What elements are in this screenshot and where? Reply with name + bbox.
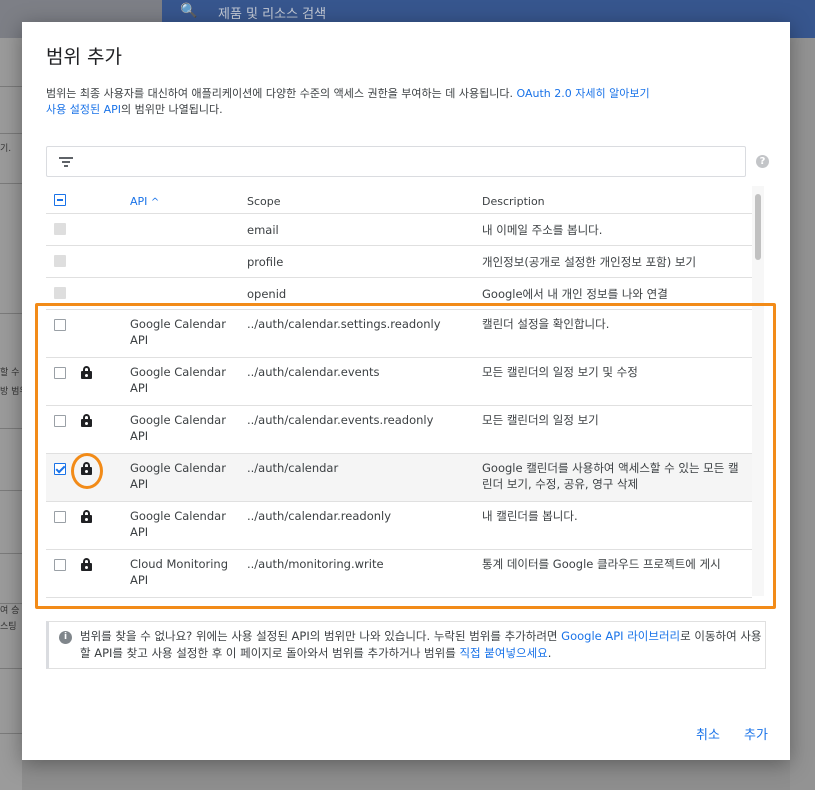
row-checkbox bbox=[54, 223, 66, 235]
background-search-placeholder: 제품 및 리소스 검색 bbox=[218, 7, 327, 22]
table-row-selected[interactable]: Google Calendar API ../auth/calendar Goo… bbox=[46, 454, 752, 502]
row-api: Google Calendar API bbox=[130, 461, 226, 491]
row-scope: openid bbox=[247, 287, 287, 301]
dialog-description: 범위는 최종 사용자를 대신하여 애플리케이션에 다양한 수준의 액세스 권한을… bbox=[46, 86, 746, 118]
description-text: 범위는 최종 사용자를 대신하여 애플리케이션에 다양한 수준의 액세스 권한을… bbox=[46, 87, 513, 100]
lock-icon bbox=[81, 366, 92, 379]
row-checkbox[interactable] bbox=[54, 319, 66, 331]
lock-icon bbox=[81, 414, 92, 427]
row-description: 통계 데이터를 Google 클라우드 프로젝트에 게시 bbox=[482, 557, 721, 571]
row-checkbox[interactable] bbox=[54, 367, 66, 379]
row-description: 모든 캘린더의 일정 보기 bbox=[482, 413, 599, 427]
background-text: 할 수 bbox=[0, 368, 20, 378]
row-checkbox bbox=[54, 287, 66, 299]
lock-icon bbox=[81, 462, 92, 475]
row-description: Google에서 내 개인 정보를 나와 연결 bbox=[482, 287, 668, 301]
row-description: 내 캘린더를 봅니다. bbox=[482, 509, 578, 523]
info-text-part: 범위를 찾을 수 없나요? 위에는 사용 설정된 API의 범위만 나와 있습니… bbox=[80, 629, 562, 643]
info-text-part: . bbox=[547, 646, 552, 660]
cancel-button[interactable]: 취소 bbox=[696, 724, 720, 743]
background-right-panel bbox=[790, 38, 815, 790]
filter-icon bbox=[59, 153, 75, 169]
background-text: 스팅 bbox=[0, 622, 17, 632]
sort-ascending-icon: ^ bbox=[150, 197, 160, 208]
row-checkbox[interactable] bbox=[54, 559, 66, 571]
row-description: 내 이메일 주소를 봅니다. bbox=[482, 223, 603, 237]
row-api: Cloud Monitoring API bbox=[130, 557, 229, 587]
table-row[interactable]: openid Google에서 내 개인 정보를 나와 연결 bbox=[46, 278, 752, 310]
row-description: Google 캘린더를 사용하여 액세스할 수 있는 모든 캘린더 보기, 수정… bbox=[482, 461, 739, 491]
table-row[interactable]: profile 개인정보(공개로 설정한 개인정보 포함) 보기 bbox=[46, 246, 752, 278]
add-button[interactable]: 추가 bbox=[744, 724, 768, 743]
background-text: 기. bbox=[0, 144, 12, 154]
api-library-link[interactable]: Google API 라이브러리 bbox=[561, 629, 680, 643]
search-icon: 🔍 bbox=[180, 3, 198, 19]
column-header-api-label: API bbox=[130, 195, 148, 208]
row-checkbox[interactable] bbox=[54, 511, 66, 523]
enabled-apis-link[interactable]: 사용 설정된 API bbox=[46, 103, 121, 116]
scopes-table: API ^ Scope Description email 내 이메일 주소를 … bbox=[46, 186, 752, 599]
table-row[interactable]: email 내 이메일 주소를 봅니다. bbox=[46, 214, 752, 246]
filter-input[interactable] bbox=[46, 146, 746, 177]
row-scope: ../auth/calendar bbox=[247, 461, 339, 475]
paste-directly-link[interactable]: 직접 붙여넣으세요 bbox=[459, 646, 547, 660]
column-header-scope: Scope bbox=[247, 195, 281, 208]
lock-icon bbox=[81, 510, 92, 523]
row-api: Google Calendar API bbox=[130, 365, 226, 395]
row-checkbox-checked[interactable] bbox=[54, 463, 66, 475]
background-text: 여 승 bbox=[0, 606, 20, 616]
row-scope: profile bbox=[247, 255, 284, 269]
row-api: Google Calendar API bbox=[130, 317, 226, 347]
table-row[interactable]: Google Calendar API ../auth/calendar.eve… bbox=[46, 406, 752, 454]
column-header-description: Description bbox=[482, 195, 545, 208]
row-scope: ../auth/calendar.settings.readonly bbox=[247, 317, 441, 331]
column-header-api[interactable]: API ^ bbox=[130, 195, 159, 208]
table-header: API ^ Scope Description bbox=[46, 186, 752, 214]
row-description: 캘린더 설정을 확인합니다. bbox=[482, 317, 610, 331]
select-all-checkbox[interactable] bbox=[54, 194, 66, 206]
lock-icon bbox=[81, 558, 92, 571]
description-text-2: 의 범위만 나열됩니다. bbox=[121, 103, 223, 116]
row-scope: ../auth/calendar.readonly bbox=[247, 509, 392, 523]
row-scope: ../auth/monitoring.write bbox=[247, 557, 384, 571]
table-row[interactable]: Google Calendar API ../auth/calendar.rea… bbox=[46, 502, 752, 550]
info-icon: i bbox=[59, 631, 72, 644]
info-box: i 범위를 찾을 수 없나요? 위에는 사용 설정된 API의 범위만 나와 있… bbox=[46, 621, 766, 669]
dialog-title: 범위 추가 bbox=[46, 46, 122, 68]
row-scope: ../auth/calendar.events.readonly bbox=[247, 413, 434, 427]
table-row[interactable]: Google Calendar API ../auth/calendar.eve… bbox=[46, 358, 752, 406]
info-text: 범위를 찾을 수 없나요? 위에는 사용 설정된 API의 범위만 나와 있습니… bbox=[80, 628, 770, 662]
row-checkbox bbox=[54, 255, 66, 267]
row-description: 개인정보(공개로 설정한 개인정보 포함) 보기 bbox=[482, 255, 697, 269]
help-icon[interactable]: ? bbox=[756, 155, 769, 168]
background-left-panel: 기. 할 수 방 범위 여 승 스팅 bbox=[0, 38, 22, 790]
table-row[interactable]: Cloud Monitoring API ../auth/monitoring.… bbox=[46, 550, 752, 598]
table-row[interactable]: Google Calendar API ../auth/calendar.set… bbox=[46, 310, 752, 358]
row-api: Google Calendar API bbox=[130, 413, 226, 443]
row-description: 모든 캘린더의 일정 보기 및 수정 bbox=[482, 365, 638, 379]
row-api: Google Calendar API bbox=[130, 509, 226, 539]
row-scope: ../auth/calendar.events bbox=[247, 365, 380, 379]
background-text: 방 범위 bbox=[0, 387, 22, 397]
row-checkbox[interactable] bbox=[54, 415, 66, 427]
table-scrollbar-thumb[interactable] bbox=[755, 194, 761, 260]
row-scope: email bbox=[247, 223, 279, 237]
add-scopes-dialog: 범위 추가 범위는 최종 사용자를 대신하여 애플리케이션에 다양한 수준의 액… bbox=[22, 22, 790, 760]
oauth-learn-more-link[interactable]: OAuth 2.0 자세히 알아보기 bbox=[517, 87, 650, 100]
